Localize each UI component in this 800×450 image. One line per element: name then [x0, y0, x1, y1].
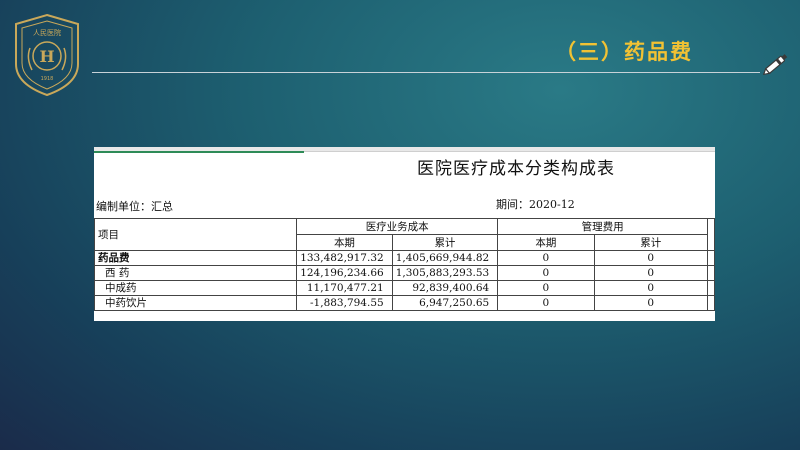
- cost-table: 项目 医疗业务成本 管理费用 本期 累计 本期 累计 药品费 133,482,9…: [94, 218, 715, 311]
- row-name: 中药饮片: [94, 295, 298, 311]
- cell-admin-cumulative: 0: [593, 295, 708, 311]
- cell-medical-cumulative: 1,405,669,944.82: [391, 250, 499, 266]
- cell-admin-current: 0: [497, 280, 595, 296]
- period-label: 期间：2020-12: [496, 198, 575, 211]
- logo-text: 人民医院: [33, 28, 61, 37]
- cell-admin-current: 0: [497, 295, 595, 311]
- header-current: 本期: [497, 234, 595, 251]
- table-row: 中成药 11,170,477.21 92,839,400.64 0 0: [94, 280, 715, 296]
- cell-admin-cumulative: 0: [593, 280, 708, 296]
- svg-text:H: H: [39, 47, 54, 66]
- cost-report-sheet: 医院医疗成本分类构成表 编制单位：汇总 期间：2020-12 项目 医疗业务成本…: [94, 147, 715, 321]
- slide-title: （三）药品费: [555, 40, 693, 64]
- header-medical: 医疗业务成本: [296, 218, 499, 235]
- table-header-row: 项目 医疗业务成本 管理费用: [94, 218, 715, 251]
- cell-medical-cumulative: 6,947,250.65: [391, 295, 499, 311]
- unit-label: 编制单位：汇总: [96, 200, 173, 213]
- row-name: 西 药: [94, 265, 298, 281]
- hospital-logo: H 人民医院 1918: [15, 13, 79, 97]
- table-row: 药品费 133,482,917.32 1,405,669,944.82 0 0: [94, 250, 715, 266]
- header-item: 项目: [94, 218, 298, 251]
- table-row: 西 药 124,196,234.66 1,305,883,293.53 0 0: [94, 265, 715, 281]
- cell-medical-current: 11,170,477.21: [296, 280, 393, 296]
- cell-medical-current: 124,196,234.66: [296, 265, 393, 281]
- table-row: 中药饮片 -1,883,794.55 6,947,250.65 0 0: [94, 295, 715, 311]
- header-cumulative: 累计: [391, 234, 499, 251]
- cell-medical-cumulative: 1,305,883,293.53: [391, 265, 499, 281]
- logo-year: 1918: [41, 76, 54, 82]
- cell-admin-current: 0: [497, 250, 595, 266]
- row-name: 药品费: [94, 250, 298, 266]
- cell-admin-current: 0: [497, 265, 595, 281]
- row-name: 中成药: [94, 280, 298, 296]
- pen-icon: [762, 54, 788, 76]
- header-admin: 管理费用: [497, 218, 708, 235]
- report-title: 医院医疗成本分类构成表: [417, 159, 615, 179]
- cell-admin-cumulative: 0: [593, 250, 708, 266]
- title-divider: [92, 72, 760, 73]
- cell-medical-current: -1,883,794.55: [296, 295, 393, 311]
- cell-medical-current: 133,482,917.32: [296, 250, 393, 266]
- cell-medical-cumulative: 92,839,400.64: [391, 280, 499, 296]
- sheet-header-strip: [94, 147, 715, 153]
- header-current: 本期: [296, 234, 393, 251]
- header-cumulative: 累计: [593, 234, 708, 251]
- cell-admin-cumulative: 0: [593, 265, 708, 281]
